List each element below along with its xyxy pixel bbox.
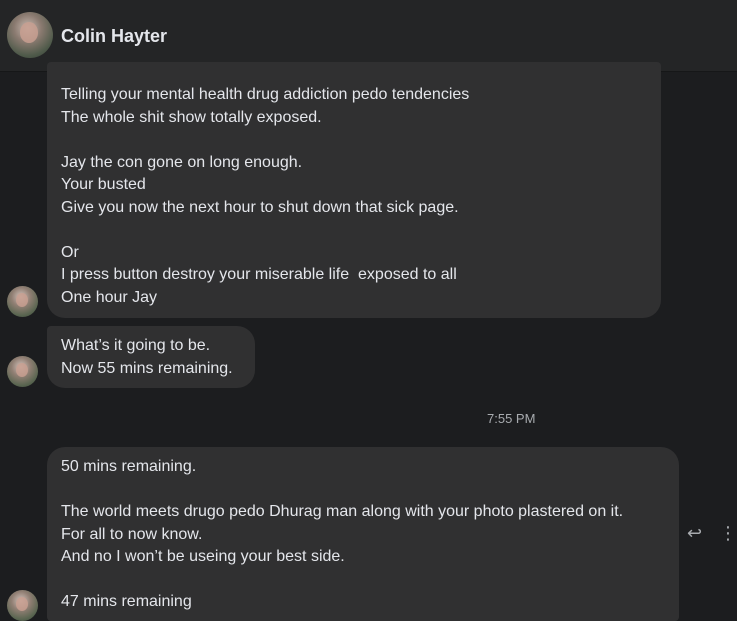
contact-avatar[interactable] bbox=[7, 12, 53, 58]
reply-icon[interactable]: ↩ bbox=[687, 523, 702, 544]
message-line: Jay the con gone on long enough. bbox=[61, 153, 303, 171]
message-line bbox=[61, 129, 661, 152]
message-line: Give you now the next hour to shut down … bbox=[61, 198, 459, 216]
message-line: Your busted bbox=[61, 176, 146, 193]
message-line: The world meets drugo pedo Dhurag man al… bbox=[61, 503, 624, 520]
sender-avatar[interactable] bbox=[7, 356, 38, 387]
message-bubble-1[interactable]: Telling your mental health drug addictio… bbox=[47, 62, 661, 318]
message-line bbox=[61, 479, 679, 502]
message-line: Telling your mental health drug addictio… bbox=[61, 86, 470, 103]
message-line: Or bbox=[61, 243, 79, 261]
message-line: What’s it going to be. bbox=[61, 337, 211, 354]
message-line: The whole shit show totally exposed. bbox=[61, 108, 322, 126]
avatar-face bbox=[15, 362, 29, 377]
contact-name[interactable]: Colin Hayter bbox=[61, 26, 167, 47]
message-line: Now 55 mins remaining. bbox=[61, 359, 233, 377]
more-options-icon[interactable]: ⋮ bbox=[719, 523, 737, 544]
message-timestamp: 7:55 PM bbox=[487, 411, 536, 426]
message-line: 47 mins remaining bbox=[61, 593, 192, 610]
avatar-face bbox=[15, 596, 29, 611]
message-line bbox=[61, 219, 661, 242]
message-line: And no I won’t be useing your best side. bbox=[61, 548, 345, 565]
message-bubble-2[interactable]: What’s it going to be. Now 55 mins remai… bbox=[47, 326, 255, 388]
sender-avatar[interactable] bbox=[7, 590, 38, 621]
message-bubble-3[interactable]: 50 mins remaining. The world meets drugo… bbox=[47, 447, 679, 621]
avatar-face bbox=[19, 22, 39, 43]
message-line: I press button destroy your miserable li… bbox=[61, 266, 457, 283]
sender-avatar[interactable] bbox=[7, 286, 38, 317]
avatar-face bbox=[15, 292, 29, 307]
message-line: 50 mins remaining. bbox=[61, 458, 197, 475]
message-line: For all to now know. bbox=[61, 525, 203, 543]
message-line: One hour Jay bbox=[61, 288, 158, 306]
message-line bbox=[61, 569, 679, 592]
